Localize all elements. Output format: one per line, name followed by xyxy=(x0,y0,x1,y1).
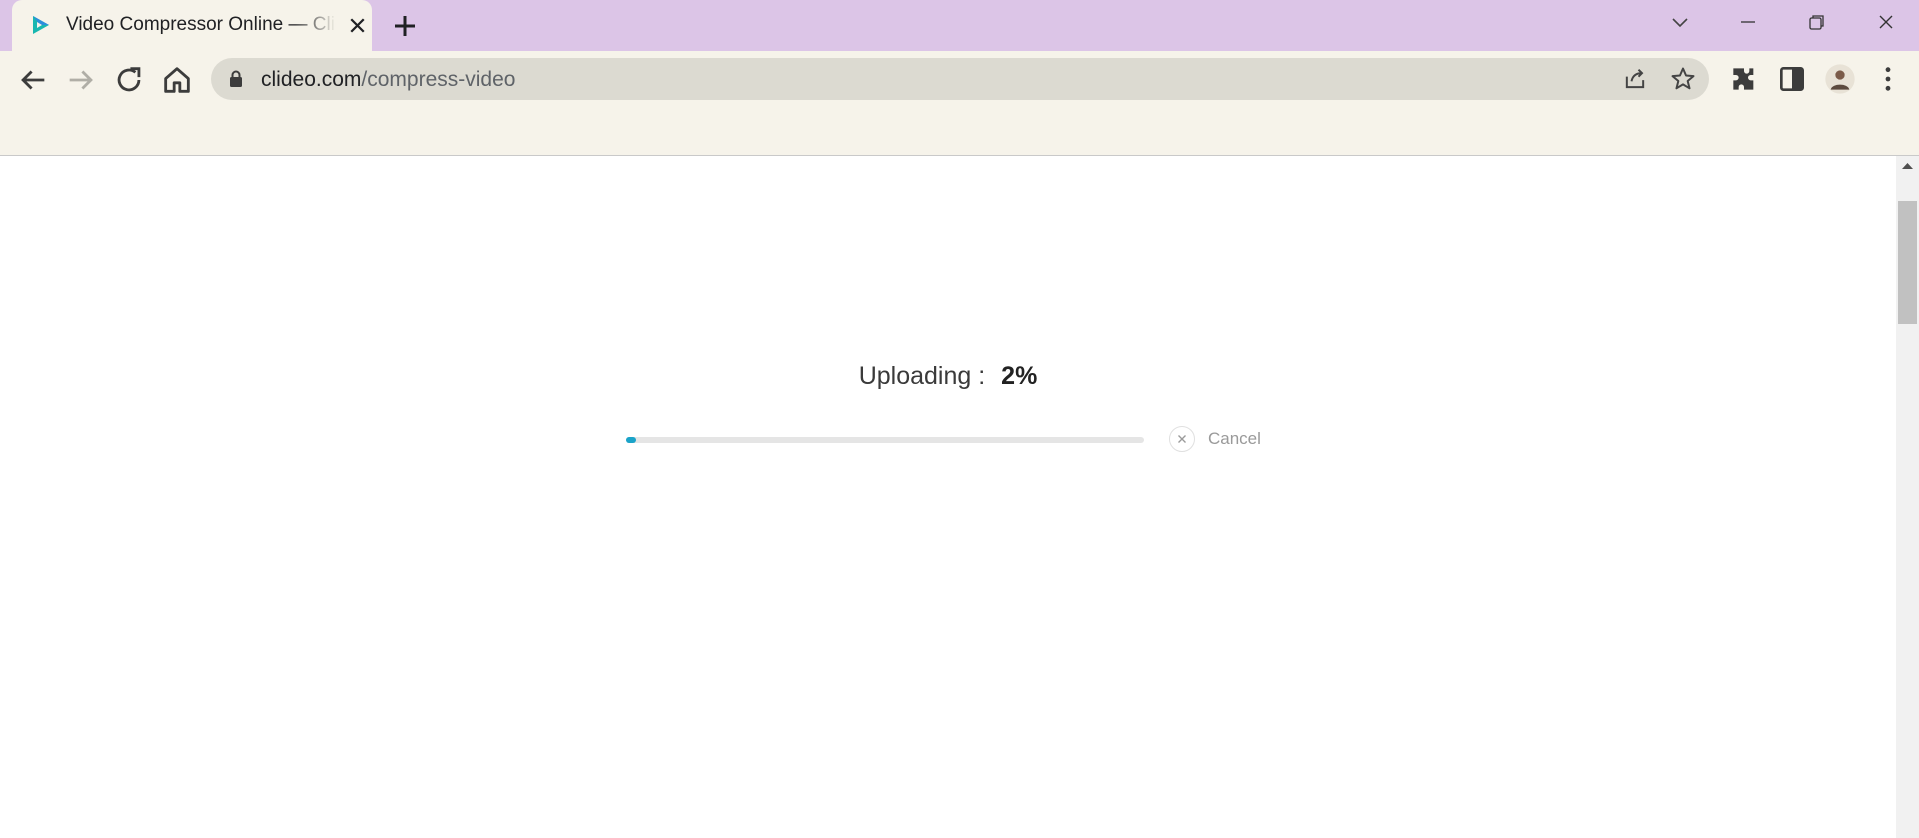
reload-icon[interactable] xyxy=(112,63,146,97)
window-close-icon[interactable] xyxy=(1866,8,1906,38)
clideo-play-icon xyxy=(33,16,49,34)
tab-search-chevron-icon[interactable] xyxy=(1660,8,1700,38)
lock-icon[interactable] xyxy=(229,70,243,88)
address-bar[interactable]: clideo.com/compress-video xyxy=(211,58,1709,100)
scrollbar-thumb[interactable] xyxy=(1898,201,1917,324)
close-icon xyxy=(1178,435,1186,443)
forward-icon[interactable] xyxy=(64,63,98,97)
tab-title: Video Compressor Online — Clideo xyxy=(66,14,336,35)
url-domain: clideo.com xyxy=(261,68,362,91)
home-icon[interactable] xyxy=(160,63,194,97)
cancel-link[interactable]: Cancel xyxy=(1208,429,1261,449)
share-icon[interactable] xyxy=(1621,65,1649,93)
upload-label: Uploading : xyxy=(858,362,986,390)
restore-icon[interactable] xyxy=(1796,8,1836,38)
menu-icon[interactable] xyxy=(1872,63,1904,95)
cancel-button[interactable] xyxy=(1169,426,1195,452)
upload-percent: 2% xyxy=(1001,362,1038,390)
browser-toolbar: clideo.com/compress-video xyxy=(0,51,1919,156)
minimize-icon[interactable] xyxy=(1728,8,1768,38)
profile-avatar[interactable] xyxy=(1824,63,1856,95)
upload-progress-fill xyxy=(626,437,637,443)
active-tab[interactable]: Video Compressor Online — Clideo xyxy=(12,0,372,51)
page-content: Uploading : 2% Cancel xyxy=(0,156,1896,838)
back-icon[interactable] xyxy=(16,63,50,97)
url-text: clideo.com/compress-video xyxy=(261,68,515,92)
star-icon[interactable] xyxy=(1669,65,1697,93)
side-panel-icon[interactable] xyxy=(1776,63,1808,95)
scroll-up-arrow-icon[interactable] xyxy=(1901,161,1914,171)
new-tab-button[interactable] xyxy=(390,11,420,41)
tab-close-icon[interactable] xyxy=(345,13,370,38)
tab-strip: Video Compressor Online — Clideo xyxy=(0,0,1919,51)
upload-progress-bar xyxy=(626,437,1144,443)
upload-status: Uploading : 2% xyxy=(0,362,1896,391)
page-scrollbar[interactable] xyxy=(1896,156,1919,838)
extensions-icon[interactable] xyxy=(1728,63,1760,95)
url-path: /compress-video xyxy=(361,68,516,91)
